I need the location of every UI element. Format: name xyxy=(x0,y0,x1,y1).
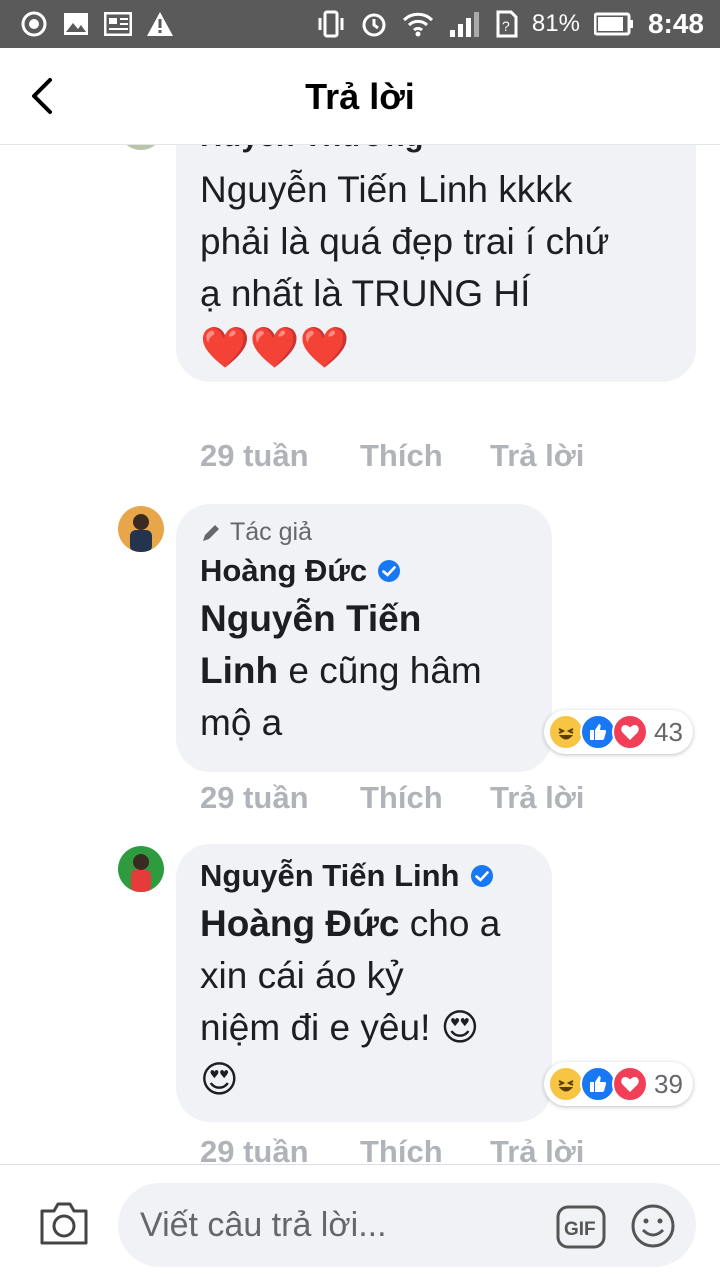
comment-author[interactable]: Hoàng Đức xyxy=(200,553,528,589)
comment-meta: 29 tuần Thích Trả lời xyxy=(200,438,584,474)
gif-button[interactable]: GIF xyxy=(556,1205,606,1249)
author-badge: Tác giả xyxy=(200,518,528,547)
comment-bubble[interactable]: Tác giả Hoàng Đức Nguyễn Tiến Linh e cũn… xyxy=(176,504,552,772)
heart-eyes-emoji: 😍 xyxy=(440,1007,480,1048)
wifi-icon xyxy=(402,12,433,37)
reply-link[interactable]: Trả lời xyxy=(490,438,584,474)
warning-icon xyxy=(146,10,174,38)
svg-text:?: ? xyxy=(502,18,510,34)
heart-eyes-emoji: 😍 xyxy=(200,1059,239,1100)
like-link[interactable]: Thích xyxy=(360,780,490,816)
love-reaction-icon xyxy=(612,1066,648,1102)
comment-author[interactable]: Nguyễn Tiến Linh xyxy=(200,858,528,894)
love-reaction-icon xyxy=(612,714,648,750)
header: Trả lời xyxy=(0,48,720,145)
image-notification-icon xyxy=(62,10,90,38)
comment-meta: 29 tuần Thích Trả lời xyxy=(200,1134,584,1164)
battery-icon xyxy=(593,12,633,36)
reply-composer: Viết câu trả lời... GIF xyxy=(0,1164,720,1280)
camera-icon xyxy=(40,1202,88,1245)
signal-icon xyxy=(449,12,479,37)
like-link[interactable]: Thích xyxy=(360,438,490,474)
comment-text: Hoàng Đức cho a xin cái áo kỷ niệm đi e … xyxy=(200,898,528,1106)
gif-icon: GIF xyxy=(556,1205,606,1249)
avatar[interactable] xyxy=(118,846,164,892)
reaction-count: 43 xyxy=(654,716,683,747)
mention-link[interactable]: Linh xyxy=(200,650,278,691)
avatar[interactable] xyxy=(118,506,164,552)
reply-input[interactable]: Viết câu trả lời... xyxy=(118,1183,696,1267)
alarm-icon xyxy=(362,13,386,37)
verified-badge-icon xyxy=(378,560,401,582)
reply-link[interactable]: Trả lời xyxy=(490,780,584,816)
camera-button[interactable] xyxy=(38,1199,90,1247)
comment-time: 29 tuần xyxy=(200,438,309,473)
reply-link[interactable]: Trả lời xyxy=(490,1134,584,1164)
verified-badge-icon xyxy=(470,865,493,887)
replies-list[interactable]: Huyền Thương Nguyễn Tiến Linh kkkk phải … xyxy=(0,144,720,1164)
sim-icon: ? xyxy=(496,10,518,38)
like-reaction-icon xyxy=(580,714,616,750)
comment-bubble[interactable]: Huyền Thương Nguyễn Tiến Linh kkkk phải … xyxy=(176,144,696,382)
smiley-icon xyxy=(631,1204,675,1248)
emoji-button[interactable] xyxy=(630,1203,676,1249)
vibrate-icon xyxy=(318,10,344,38)
battery-percent: 81% xyxy=(531,10,580,37)
system-icons: ? 81% 8:48 xyxy=(316,8,704,40)
mention-link[interactable]: Hoàng Đức xyxy=(200,903,399,944)
notification-icons xyxy=(20,10,174,38)
haha-reaction-icon xyxy=(548,1066,584,1102)
clock: 8:48 xyxy=(647,8,704,39)
reaction-summary[interactable]: 43 xyxy=(544,710,693,754)
haha-reaction-icon xyxy=(548,714,584,750)
comment-meta: 29 tuần Thích Trả lời xyxy=(200,780,584,816)
reaction-count: 39 xyxy=(654,1068,683,1099)
comment-time: 29 tuần xyxy=(200,780,309,815)
comment-bubble[interactable]: Nguyễn Tiến Linh Hoàng Đức cho a xin cái… xyxy=(176,844,552,1122)
status-bar: ? 81% 8:48 xyxy=(0,0,720,48)
svg-text:GIF: GIF xyxy=(564,1219,596,1240)
app-notification-icon xyxy=(20,10,48,38)
news-notification-icon xyxy=(104,10,132,38)
page-title: Trả lời xyxy=(305,76,415,117)
like-link[interactable]: Thích xyxy=(360,1134,490,1164)
replies-sheet: Trả lời Huyền Thương Nguyễn Tiến Linh kk… xyxy=(0,48,720,1280)
mention-link[interactable]: Nguyễn Tiến xyxy=(200,598,421,639)
comment-text: Nguyễn Tiến Linh kkkk phải là quá đẹp tr… xyxy=(200,164,680,376)
comment-time: 29 tuần xyxy=(200,1134,309,1164)
like-reaction-icon xyxy=(580,1066,616,1102)
heart-emoji: ❤️❤️❤️ xyxy=(200,326,350,370)
reaction-summary[interactable]: 39 xyxy=(544,1062,693,1106)
pencil-icon xyxy=(203,524,219,541)
comment-text: Nguyễn Tiến Linh e cũng hâm mộ a xyxy=(200,598,482,743)
comment-author[interactable]: Huyền Thương xyxy=(200,144,424,154)
